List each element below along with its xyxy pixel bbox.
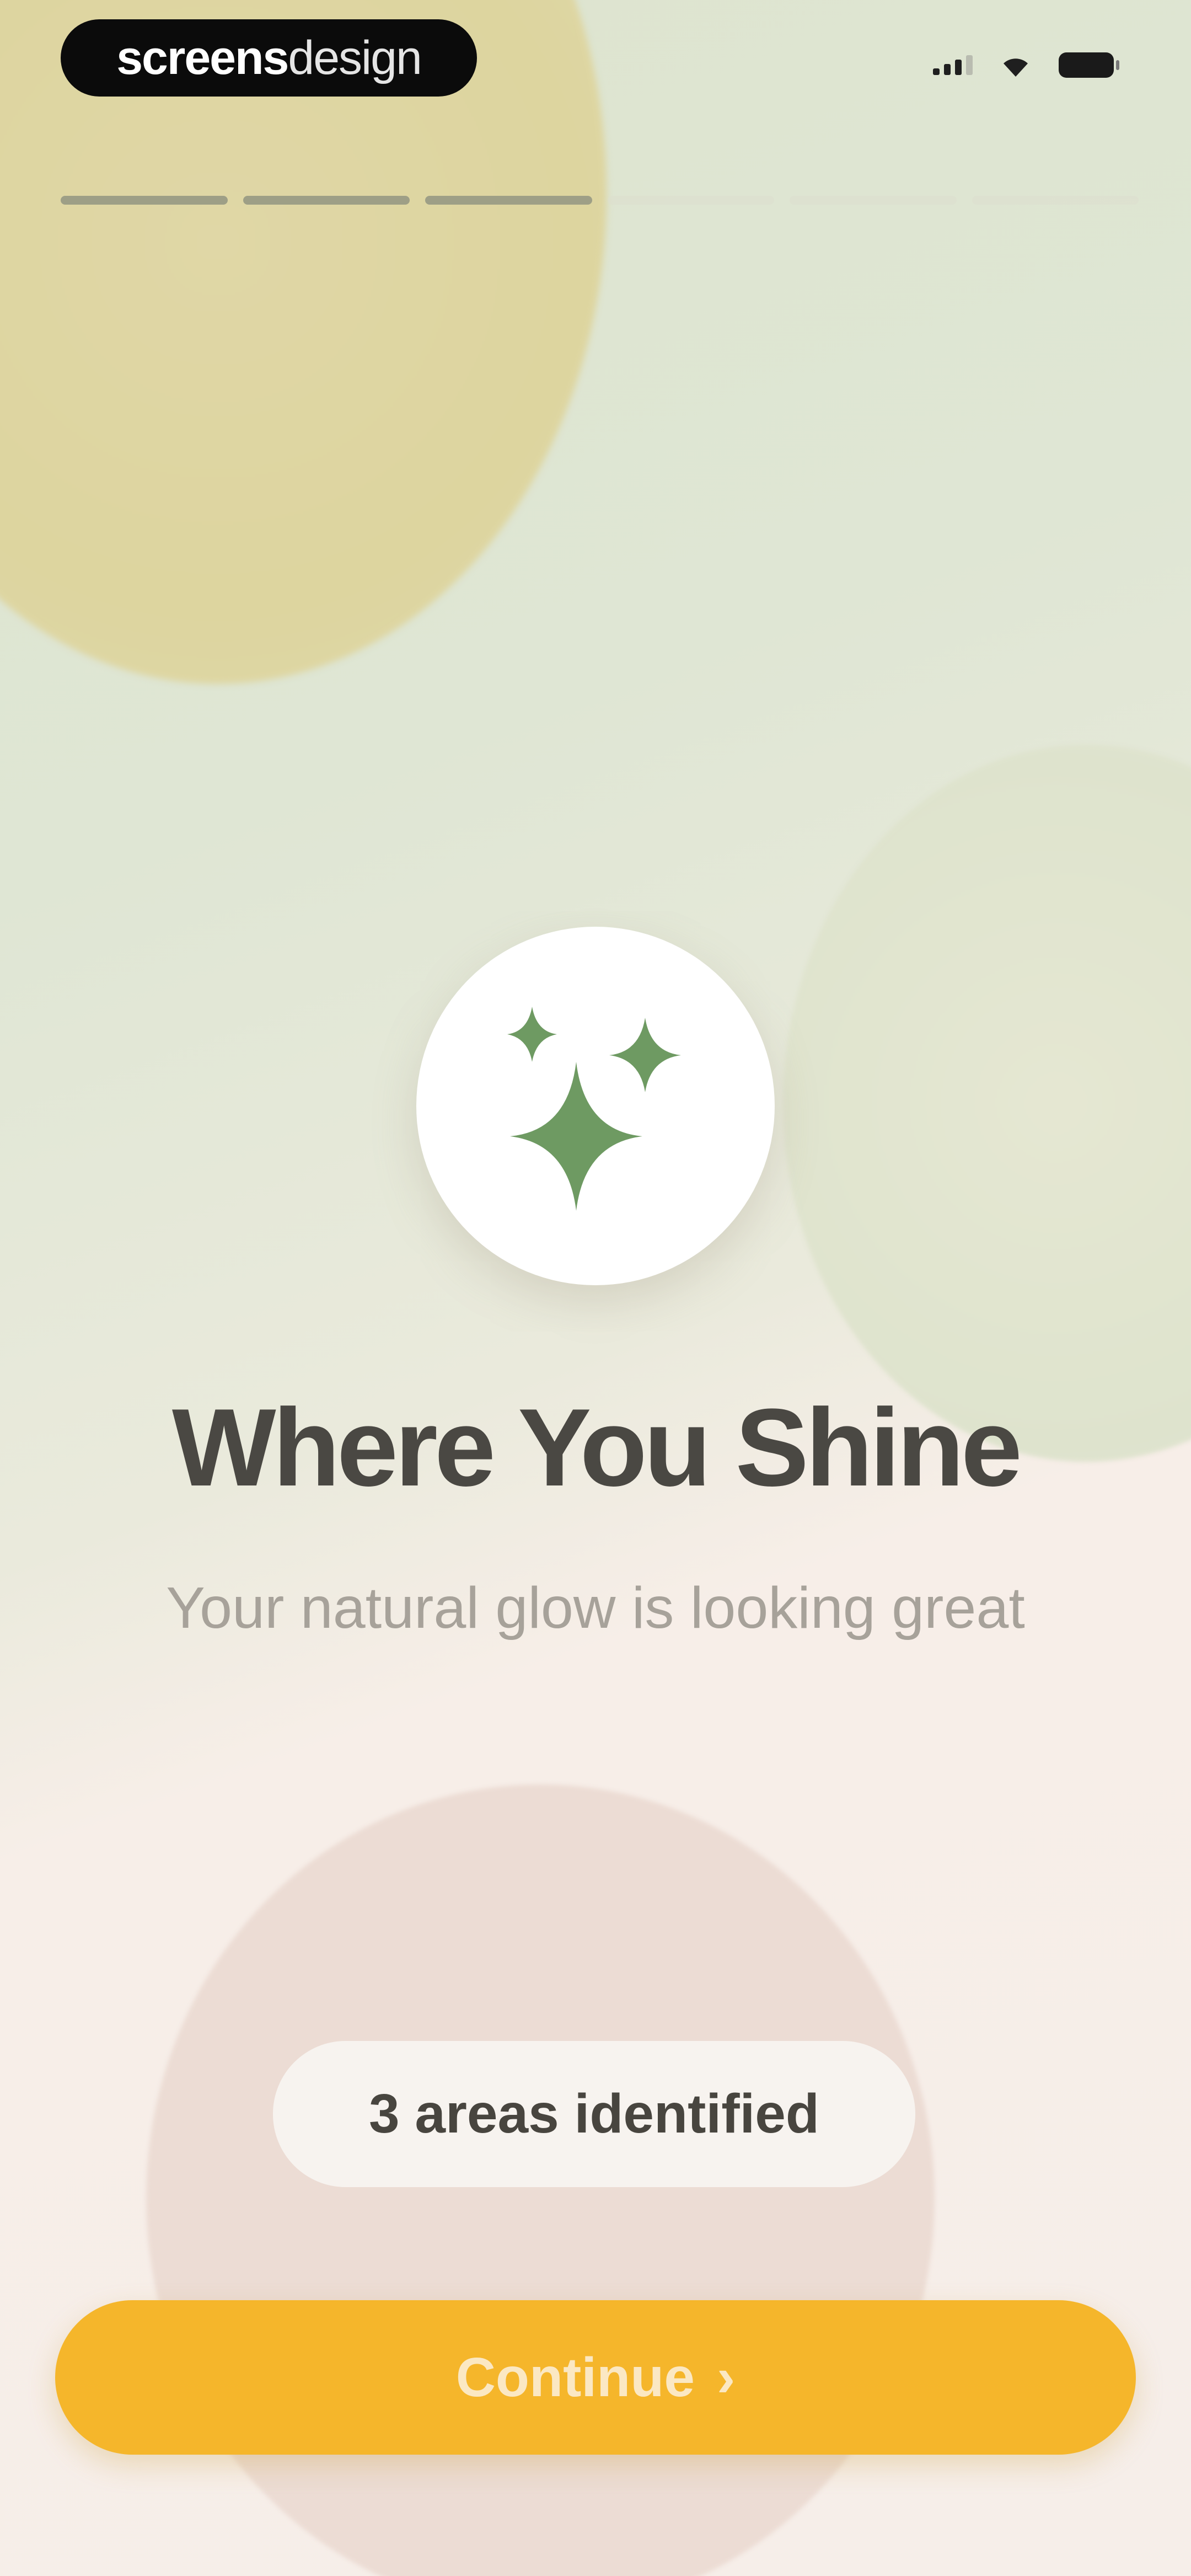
onboarding-progress: [61, 196, 1139, 205]
progress-segment: [243, 196, 410, 205]
battery-icon: [1059, 52, 1119, 78]
decorative-blob-yellow: [0, 0, 607, 684]
decorative-blob-green: [783, 745, 1191, 1462]
areas-identified-badge: 3 areas identified: [273, 2041, 915, 2187]
sparkles-icon: [507, 1007, 681, 1211]
page-title: Where You Shine: [171, 1386, 1022, 1509]
brand-logo-light: design: [288, 31, 422, 84]
brand-logo: screens design: [61, 19, 477, 97]
continue-button[interactable]: Continue ›: [55, 2300, 1136, 2455]
progress-segment: [425, 196, 592, 205]
page-subtitle: Your natural glow is looking great: [166, 1575, 1025, 1640]
continue-button-label: Continue: [455, 2346, 695, 2408]
wifi-icon: [1004, 58, 1028, 77]
badge-label: 3 areas identified: [369, 2083, 819, 2145]
progress-segment: [790, 196, 957, 205]
progress-segment: [61, 196, 228, 205]
hero-icon-circle: [416, 927, 775, 1285]
progress-segment: [972, 196, 1139, 205]
brand-logo-strong: screens: [116, 31, 289, 84]
cellular-signal-icon: [933, 55, 973, 75]
status-bar: [933, 52, 1119, 78]
chevron-right-icon: ›: [716, 2346, 736, 2408]
screen: screens design Where You Shine Your natur…: [0, 0, 1191, 2576]
progress-segment: [607, 196, 774, 205]
